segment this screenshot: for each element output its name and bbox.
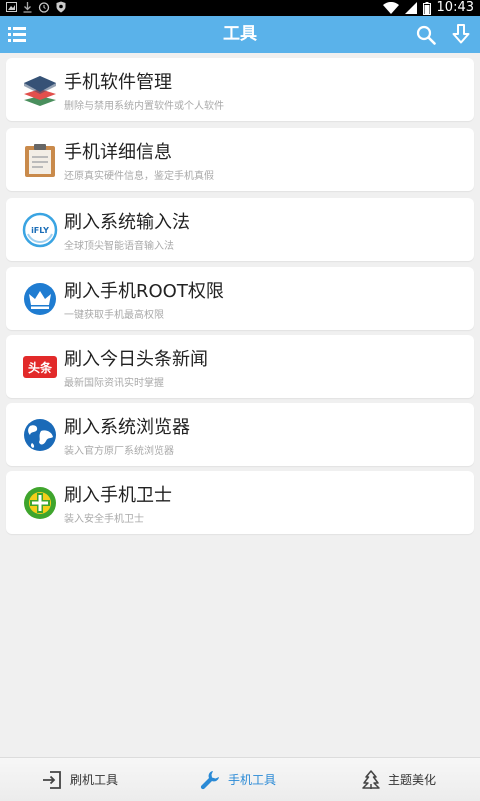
battery-icon — [422, 1, 431, 15]
tab-phone-tools[interactable]: 手机工具 — [200, 758, 276, 801]
signal-icon — [404, 2, 417, 14]
status-clock: 10:43 — [436, 0, 474, 15]
page-title: 工具 — [223, 24, 257, 44]
shield-notification-icon — [56, 1, 66, 13]
tool-title: 刷入系统浏览器 — [64, 417, 190, 438]
tool-item-toutiao[interactable]: 头条 刷入今日头条新闻 最新国际资讯实时掌握 — [6, 335, 474, 398]
tool-subtitle: 全球顶尖智能语音输入法 — [64, 241, 174, 252]
tool-subtitle: 装入官方原厂系统浏览器 — [64, 446, 174, 457]
toutiao-logo-icon: 头条 — [23, 356, 57, 378]
flash-enter-icon — [43, 770, 61, 789]
tool-item-app-manager[interactable]: 手机软件管理 删除与禁用系统内置软件或个人软件 — [6, 58, 474, 121]
tab-flash-tools[interactable]: 刷机工具 — [42, 758, 118, 801]
tool-subtitle: 最新国际资讯实时掌握 — [64, 378, 164, 389]
ifly-logo-icon: iFLY — [22, 212, 58, 248]
tool-title: 刷入系统输入法 — [64, 212, 190, 233]
svg-text:头条: 头条 — [28, 360, 53, 375]
wrench-icon — [200, 770, 219, 789]
tool-item-input-method[interactable]: iFLY 刷入系统输入法 全球顶尖智能语音输入法 — [6, 198, 474, 261]
tool-item-browser[interactable]: 刷入系统浏览器 装入官方原厂系统浏览器 — [6, 403, 474, 466]
tab-label: 刷机工具 — [70, 773, 119, 787]
wifi-icon — [382, 2, 399, 14]
tool-item-security[interactable]: 刷入手机卫士 装入安全手机卫士 — [6, 471, 474, 534]
search-icon[interactable] — [416, 25, 436, 45]
tab-label: 主题美化 — [388, 773, 437, 787]
download-icon[interactable] — [452, 24, 470, 46]
tool-item-phone-info[interactable]: 手机详细信息 还原真实硬件信息，鉴定手机真假 — [6, 128, 474, 191]
tab-label: 手机工具 — [228, 773, 277, 787]
tool-subtitle: 删除与禁用系统内置软件或个人软件 — [64, 101, 224, 112]
security-shield-icon — [24, 487, 56, 519]
app-header: 工具 — [0, 16, 480, 53]
crown-icon — [24, 283, 56, 315]
tool-subtitle: 一键获取手机最高权限 — [64, 310, 164, 321]
clipboard-icon — [25, 144, 55, 177]
layers-icon — [24, 76, 56, 106]
tool-subtitle: 装入安全手机卫士 — [64, 514, 144, 525]
alarm-notification-icon — [38, 2, 50, 13]
tool-item-root[interactable]: 刷入手机ROOT权限 一键获取手机最高权限 — [6, 267, 474, 330]
gallery-notification-icon — [6, 2, 17, 12]
tool-title: 刷入今日头条新闻 — [64, 349, 208, 370]
tool-title: 手机详细信息 — [64, 142, 172, 163]
svg-text:iFLY: iFLY — [31, 226, 49, 235]
tree-icon — [362, 769, 380, 789]
status-bar: 10:43 — [0, 0, 480, 16]
tool-title: 手机软件管理 — [64, 72, 172, 93]
tab-theme[interactable]: 主题美化 — [362, 758, 436, 801]
download-notification-icon — [23, 1, 32, 13]
tool-title: 刷入手机卫士 — [64, 485, 172, 506]
tool-subtitle: 还原真实硬件信息，鉴定手机真假 — [64, 171, 214, 182]
bottom-tab-bar: 刷机工具 手机工具 主题美化 — [0, 757, 480, 801]
tool-title: 刷入手机ROOT权限 — [64, 281, 224, 302]
globe-icon — [24, 419, 56, 451]
